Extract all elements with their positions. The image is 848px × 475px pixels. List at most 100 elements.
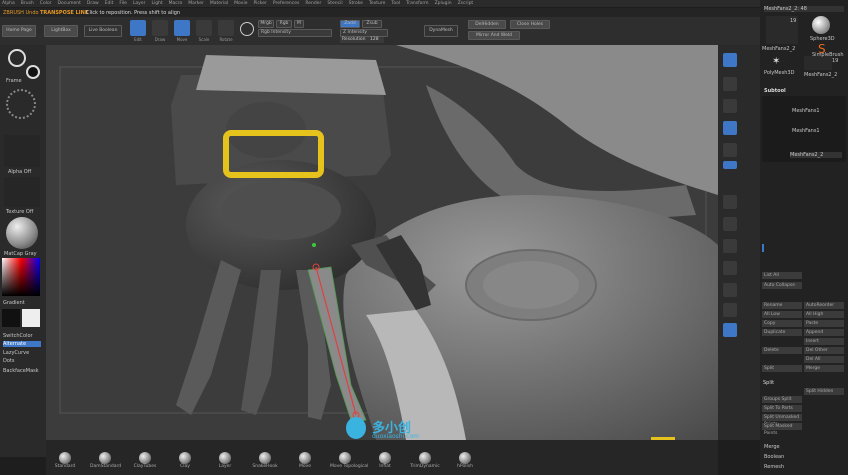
menu-item-transform[interactable]: Transform bbox=[406, 1, 428, 6]
subtool-action-paste[interactable]: Paste bbox=[804, 320, 844, 327]
subtool-action-split[interactable]: Split bbox=[762, 365, 802, 372]
menu-item-draw[interactable]: Draw bbox=[87, 1, 99, 6]
tool-thumb-meshfans-2[interactable] bbox=[804, 56, 832, 70]
zadd-button[interactable]: Zadd bbox=[340, 20, 360, 28]
live-boolean-button[interactable]: Live Boolean bbox=[84, 25, 122, 37]
brush-hpolish[interactable]: hPolish bbox=[450, 452, 480, 470]
subtool-action-all-low[interactable]: All Low bbox=[762, 311, 802, 318]
brush-snakehook[interactable]: SnakeHook bbox=[250, 452, 280, 470]
brush-move[interactable]: Move bbox=[290, 452, 320, 470]
split-action-groups-split[interactable]: Groups Split bbox=[762, 396, 802, 403]
menu-item-movie[interactable]: Movie bbox=[234, 1, 247, 6]
menu-item-picker[interactable]: Picker bbox=[253, 1, 266, 6]
alpha-slot[interactable] bbox=[4, 135, 40, 167]
floor-icon[interactable] bbox=[723, 217, 737, 231]
stroke-dots-icon[interactable] bbox=[6, 89, 36, 119]
boolean-header[interactable]: Boolean bbox=[764, 454, 784, 460]
current-tool-label[interactable]: MeshFans2_2: 48 bbox=[764, 6, 844, 12]
subtool-item-2[interactable]: MeshFans2_2 bbox=[790, 152, 842, 158]
brush-cursor-icon[interactable] bbox=[8, 49, 26, 67]
menu-item-macro[interactable]: Macro bbox=[169, 1, 183, 6]
scale-mode-icon[interactable] bbox=[196, 20, 212, 36]
remesh-header[interactable]: Remesh bbox=[764, 464, 784, 470]
dots-label[interactable]: Dots bbox=[3, 358, 14, 364]
menu-item-zscript[interactable]: Zscript bbox=[458, 1, 474, 6]
subtool-action-insert[interactable]: Insert bbox=[804, 338, 844, 345]
color-picker[interactable] bbox=[2, 258, 40, 296]
subtool-header[interactable]: Subtool bbox=[764, 88, 786, 94]
merge-header[interactable]: Merge bbox=[764, 444, 780, 450]
move-view-icon[interactable] bbox=[723, 303, 737, 317]
split-header[interactable]: Split bbox=[763, 380, 774, 386]
menu-item-marker[interactable]: Marker bbox=[188, 1, 204, 6]
xyz-icon[interactable] bbox=[723, 261, 737, 275]
menu-item-alpha[interactable]: Alpha bbox=[2, 1, 15, 6]
move-mode-icon[interactable] bbox=[174, 20, 190, 36]
brush-cursor-small-icon[interactable] bbox=[26, 65, 40, 79]
zsub-button[interactable]: Zsub bbox=[362, 20, 382, 28]
z-intensity-slider[interactable]: Z Intensity bbox=[340, 29, 388, 37]
resolution-slider[interactable]: Resolution 128 bbox=[340, 37, 384, 43]
sphere3d-icon[interactable] bbox=[812, 16, 830, 34]
subtool-scrollbar[interactable] bbox=[762, 244, 764, 252]
split-action-split-to-parts[interactable]: Split To Parts bbox=[762, 405, 802, 412]
subtool-item-1[interactable]: MeshFans1 bbox=[792, 128, 820, 134]
subtool-action-duplicate[interactable]: Duplicate bbox=[762, 329, 802, 336]
mirror-and-weld-button[interactable]: Mirror And Weld bbox=[468, 31, 520, 40]
subtool-action-del-other[interactable]: Del Other bbox=[804, 347, 844, 354]
menu-item-texture[interactable]: Texture bbox=[369, 1, 385, 6]
transp-icon[interactable] bbox=[723, 323, 737, 337]
subtool-action-del-all[interactable]: Del All bbox=[804, 356, 844, 363]
brush-claytubes[interactable]: ClayTubes bbox=[130, 452, 160, 470]
alternate-button[interactable]: Alternate bbox=[3, 341, 41, 347]
menu-item-preferences[interactable]: Preferences bbox=[273, 1, 299, 6]
subtool-action-autoreorder[interactable]: AutoReorder bbox=[804, 302, 844, 309]
local-icon[interactable] bbox=[723, 239, 737, 253]
persp-icon[interactable] bbox=[723, 195, 737, 209]
brush-standard[interactable]: Standard bbox=[50, 452, 80, 470]
edit-mode-icon[interactable] bbox=[130, 20, 146, 36]
secondary-color-swatch[interactable] bbox=[22, 309, 40, 327]
polymesh3d-icon[interactable]: ✶ bbox=[772, 56, 780, 67]
menu-item-material[interactable]: Material bbox=[210, 1, 228, 6]
brush-trimdynamic[interactable]: TrimDynamic bbox=[410, 452, 440, 470]
rgb-intensity-slider[interactable]: Rgb Intensity bbox=[258, 29, 332, 37]
menu-item-stencil[interactable]: Stencil bbox=[327, 1, 342, 6]
frame-icon[interactable] bbox=[723, 283, 737, 297]
brush-clay[interactable]: Clay bbox=[170, 452, 200, 470]
primary-color-swatch[interactable] bbox=[2, 309, 20, 327]
backface-mask-label[interactable]: BackfaceMask bbox=[3, 368, 39, 374]
lightbox-button[interactable]: LightBox bbox=[44, 25, 78, 37]
brush-move-topological[interactable]: Move Topological bbox=[330, 452, 368, 470]
menu-item-document[interactable]: Document bbox=[58, 1, 81, 6]
scroll-icon[interactable] bbox=[723, 99, 737, 113]
rotate-gizmo-icon[interactable] bbox=[240, 22, 254, 36]
del-hidden-button[interactable]: DelHidden bbox=[468, 20, 506, 29]
spix-icon[interactable] bbox=[723, 77, 737, 91]
texture-slot[interactable] bbox=[4, 177, 40, 207]
actual-icon[interactable] bbox=[723, 143, 737, 157]
menu-item-stroke[interactable]: Stroke bbox=[349, 1, 363, 6]
brush-damstandard[interactable]: DamStandard bbox=[90, 452, 121, 470]
split-action-split-hidden[interactable]: Split Hidden bbox=[804, 388, 844, 395]
menu-item-light[interactable]: Light bbox=[151, 1, 162, 6]
menu-item-tool[interactable]: Tool bbox=[391, 1, 400, 6]
lazy-curve-label[interactable]: LazyCurve bbox=[3, 350, 29, 356]
brush-layer[interactable]: Layer bbox=[210, 452, 240, 470]
subtool-action-append[interactable]: Append bbox=[804, 329, 844, 336]
rotate-mode-icon[interactable] bbox=[218, 20, 234, 36]
home-page-button[interactable]: Home Page bbox=[2, 25, 36, 37]
brush-inflat[interactable]: Inflat bbox=[370, 452, 400, 470]
draw-mode-icon[interactable] bbox=[152, 20, 168, 36]
subtool-action-delete[interactable]: Delete bbox=[762, 347, 802, 354]
subtool-action-merge[interactable]: Merge bbox=[804, 365, 844, 372]
menu-item-layer[interactable]: Layer bbox=[133, 1, 146, 6]
subtool-item-0[interactable]: MeshFans1 bbox=[792, 108, 820, 114]
menu-item-color[interactable]: Color bbox=[40, 1, 52, 6]
menu-item-zplugin[interactable]: Zplugin bbox=[435, 1, 452, 6]
list-all-button[interactable]: List All bbox=[762, 272, 802, 279]
zoom-icon[interactable] bbox=[723, 121, 737, 135]
bpr-icon[interactable] bbox=[723, 53, 737, 67]
auto-collapse-button[interactable]: Auto Collapse bbox=[762, 282, 802, 289]
switch-color-label[interactable]: SwitchColor bbox=[3, 333, 33, 339]
